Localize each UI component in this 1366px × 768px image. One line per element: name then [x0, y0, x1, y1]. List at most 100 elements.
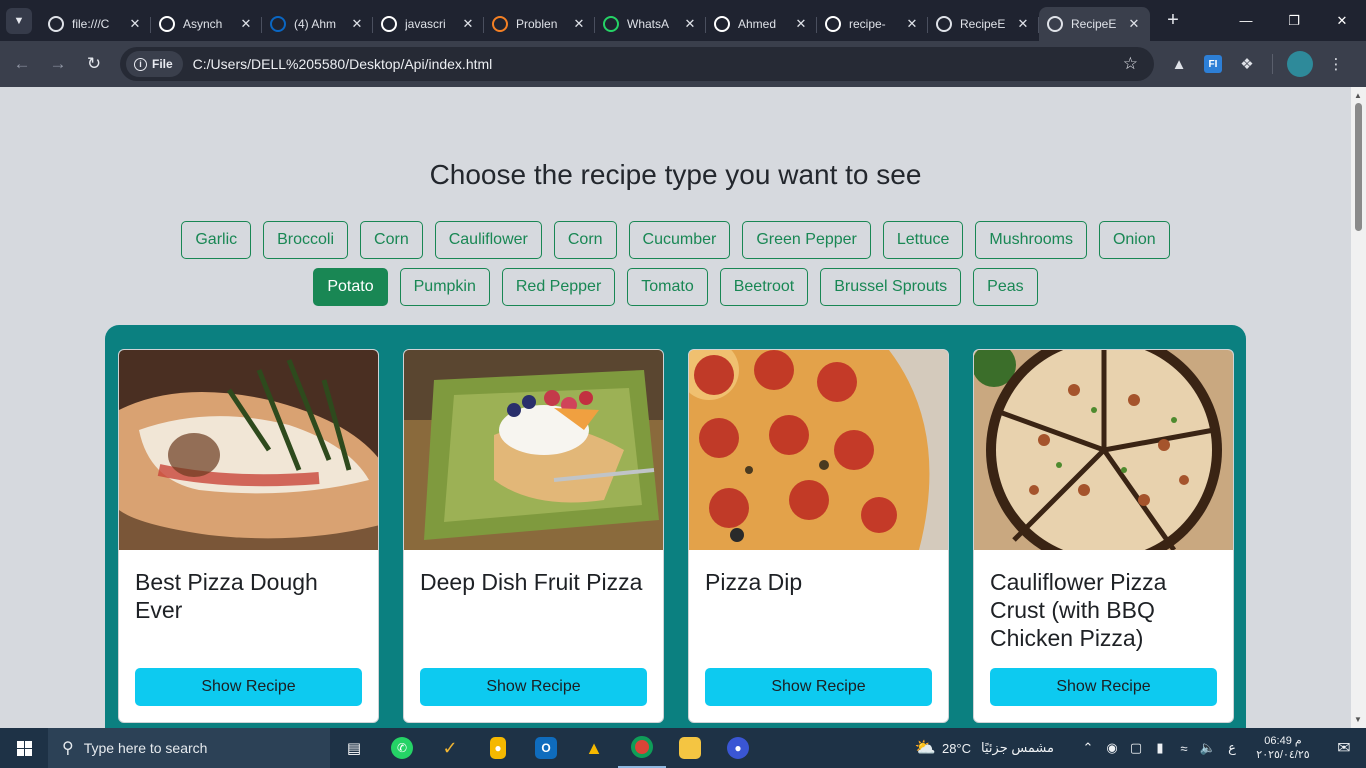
input-language[interactable]: ع [1220, 740, 1244, 756]
stackoverflow-icon [492, 15, 508, 32]
weather-description[interactable]: مشمس جزئيًا [981, 740, 1054, 756]
toolbar-divider [1272, 54, 1273, 74]
clock[interactable]: 06:49 م ٢٠٢٥/٠٤/٢٥ [1244, 734, 1322, 762]
filter-button-lettuce[interactable]: Lettuce [882, 221, 964, 259]
filter-button-cauliflower[interactable]: Cauliflower [434, 221, 542, 259]
restore-icon[interactable]: ❐ [1270, 0, 1318, 41]
outlook-taskbar-icon[interactable]: O [522, 728, 570, 768]
scrollbar-thumb[interactable] [1355, 103, 1362, 231]
show-recipe-button[interactable]: Show Recipe [135, 668, 362, 706]
filter-button-corn[interactable]: Corn [553, 221, 617, 259]
browser-tab[interactable]: RecipeE ✕ [1039, 6, 1150, 41]
browser-tab[interactable]: RecipeE ✕ [928, 7, 1039, 41]
menu-kebab-icon[interactable]: ⋮ [1319, 47, 1353, 81]
close-tab-icon[interactable]: ✕ [349, 16, 365, 32]
chrome-taskbar-icon[interactable] [618, 728, 666, 768]
volume-icon[interactable]: 🔈 [1196, 740, 1220, 756]
extension-a-icon[interactable]: ▲ [1162, 47, 1196, 81]
filter-button-brussel-sprouts[interactable]: Brussel Sprouts [820, 268, 962, 306]
system-tray: ⛅ 28°C مشمس جزئيًا ⌃ ◉ ▢ ▮ ≈ 🔈 ع 06:49 م… [915, 728, 1366, 768]
scroll-up-icon[interactable]: ▲ [1354, 91, 1362, 100]
browser-tab[interactable]: Problen ✕ [484, 7, 595, 41]
filter-button-peas[interactable]: Peas [973, 268, 1038, 306]
close-tab-icon[interactable]: ✕ [1126, 16, 1142, 32]
tab-title: file:///C [72, 16, 110, 31]
close-tab-icon[interactable]: ✕ [127, 16, 143, 32]
file-explorer-taskbar-icon[interactable] [666, 728, 714, 768]
close-tab-icon[interactable]: ✕ [793, 16, 809, 32]
globe-icon [936, 15, 952, 32]
whatsapp-taskbar-icon[interactable]: ✆ [378, 728, 426, 768]
close-tab-icon[interactable]: ✕ [571, 16, 587, 32]
tab-title: Problen [516, 16, 558, 31]
new-tab-button[interactable]: + [1158, 9, 1188, 32]
site-info-chip[interactable]: i File [126, 51, 183, 77]
filter-button-cucumber[interactable]: Cucumber [628, 221, 731, 259]
close-tab-icon[interactable]: ✕ [238, 16, 254, 32]
clipchamp-taskbar-icon[interactable]: ● [714, 728, 762, 768]
battery-icon[interactable]: ▮ [1148, 740, 1172, 756]
scroll-down-icon[interactable]: ▼ [1354, 715, 1362, 724]
todo-taskbar-icon[interactable]: ✓ [426, 728, 474, 768]
profile-avatar[interactable] [1287, 51, 1313, 77]
github-icon [714, 15, 730, 32]
weather-temp[interactable]: 28°C [942, 741, 971, 756]
show-recipe-button[interactable]: Show Recipe [420, 668, 647, 706]
recipe-type-filters: Garlic Broccoli Corn Cauliflower Corn Cucumbe… [140, 221, 1211, 306]
close-tab-icon[interactable]: ✕ [460, 16, 476, 32]
show-recipe-button[interactable]: Show Recipe [705, 668, 932, 706]
start-button[interactable] [0, 728, 48, 768]
task-view-icon[interactable]: ▤ [330, 728, 378, 768]
recipe-card: Deep Dish Fruit Pizza Show Recipe [403, 349, 664, 723]
browser-tab[interactable]: Ahmed ✕ [706, 7, 817, 41]
forward-button[interactable]: → [40, 46, 76, 82]
browser-tab[interactable]: WhatsA ✕ [595, 7, 706, 41]
minimize-icon[interactable]: — [1222, 0, 1270, 41]
filter-button-pumpkin[interactable]: Pumpkin [399, 268, 490, 306]
address-bar[interactable]: i File C:/Users/DELL%205580/Desktop/Api/… [120, 47, 1154, 81]
filter-button-garlic[interactable]: Garlic [181, 221, 252, 259]
wifi-icon[interactable]: ≈ [1172, 741, 1196, 756]
keep-taskbar-icon[interactable]: ● [474, 728, 522, 768]
camera-icon[interactable]: ▢ [1124, 740, 1148, 756]
close-tab-icon[interactable]: ✕ [904, 16, 920, 32]
tab-title: Ahmed [738, 16, 777, 31]
google-drive-taskbar-icon[interactable]: ▲ [570, 728, 618, 768]
bbq-chicken-pizza-photo [974, 350, 1233, 550]
browser-tab[interactable]: file:///C ✕ [40, 7, 151, 41]
show-recipe-button[interactable]: Show Recipe [990, 668, 1217, 706]
filter-button-onion[interactable]: Onion [1098, 221, 1170, 259]
reload-button[interactable]: ↻ [76, 46, 112, 82]
filter-button-tomato[interactable]: Tomato [627, 268, 708, 306]
whatsapp-icon [603, 15, 619, 32]
page-scrollbar[interactable]: ▲ ▼ [1351, 87, 1366, 728]
close-window-icon[interactable]: ✕ [1318, 0, 1366, 41]
page-viewport: Choose the recipe type you want to see G… [0, 87, 1351, 728]
extension-fi-icon[interactable]: FI [1196, 47, 1230, 81]
notifications-icon[interactable]: ✉ [1322, 738, 1366, 758]
clock-date: ٢٠٢٥/٠٤/٢٥ [1256, 749, 1310, 761]
filter-button-red-pepper[interactable]: Red Pepper [501, 268, 616, 306]
filter-button-mushrooms[interactable]: Mushrooms [975, 221, 1087, 259]
filter-button-broccoli[interactable]: Broccoli [263, 221, 349, 259]
back-button[interactable]: ← [4, 46, 40, 82]
taskbar-search[interactable]: ⚲ Type here to search [48, 728, 330, 768]
filter-button-potato[interactable]: Potato [313, 268, 388, 306]
tab-search-button[interactable]: ▼ [6, 7, 32, 34]
tab-title: RecipeE [960, 16, 1006, 31]
browser-tab[interactable]: recipe- ✕ [817, 7, 928, 41]
filter-button-corn[interactable]: Corn [360, 221, 423, 259]
close-tab-icon[interactable]: ✕ [682, 16, 698, 32]
browser-tab[interactable]: (4) Ahm ✕ [262, 7, 373, 41]
url-text[interactable]: C:/Users/DELL%205580/Desktop/Api/index.h… [193, 56, 1123, 72]
browser-tab[interactable]: javascri ✕ [373, 7, 484, 41]
bookmark-star-icon[interactable]: ☆ [1123, 54, 1148, 74]
filter-button-beetroot[interactable]: Beetroot [719, 268, 809, 306]
extensions-puzzle-icon[interactable]: ❖ [1230, 47, 1264, 81]
browser-tab[interactable]: Asynch ✕ [151, 7, 262, 41]
filter-button-green-pepper[interactable]: Green Pepper [742, 221, 871, 259]
chevron-up-icon[interactable]: ⌃ [1076, 740, 1100, 756]
fruit-pizza-photo [404, 350, 663, 550]
close-tab-icon[interactable]: ✕ [1015, 16, 1031, 32]
record-icon[interactable]: ◉ [1100, 740, 1124, 756]
